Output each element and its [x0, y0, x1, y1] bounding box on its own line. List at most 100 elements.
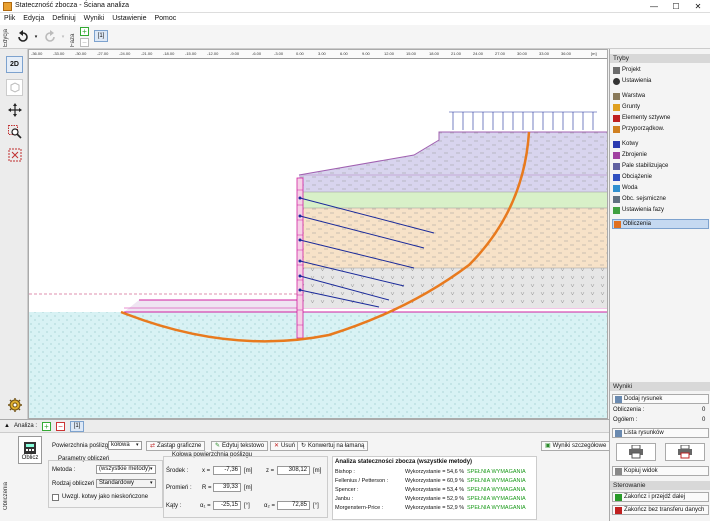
- analysis-count-label: Obliczenia :: [613, 407, 645, 413]
- mode-interface[interactable]: Warstwa: [612, 91, 709, 101]
- mode-label: Grunty: [622, 104, 641, 110]
- undo-icon[interactable]: [15, 29, 31, 45]
- anchor-icon: [613, 140, 620, 148]
- menu-define[interactable]: Definiuj: [48, 13, 79, 24]
- results-title: Analiza stateczności zbocza (wszystkie m…: [335, 459, 473, 465]
- print-button[interactable]: [616, 443, 656, 461]
- check-icon: [615, 493, 622, 501]
- result-status: SPEŁNIA WYMAGANIA: [467, 469, 526, 475]
- zoom-icon[interactable]: [6, 123, 23, 140]
- mode-stage-settings[interactable]: Ustawienia fazy: [612, 205, 709, 215]
- mode-settings[interactable]: Ustawienia: [612, 76, 709, 86]
- rigid-icon: [613, 114, 620, 122]
- analysis-1-tab[interactable]: [1]: [70, 421, 84, 432]
- menu-settings[interactable]: Ustawienie: [108, 13, 150, 24]
- analysis-count: 0: [702, 407, 706, 413]
- radius-input[interactable]: 39,33: [213, 483, 241, 492]
- menu-results[interactable]: Wyniki: [80, 13, 109, 24]
- mode-rigid-bodies[interactable]: Elementy sztywne: [612, 113, 709, 123]
- convert-icon: ↻: [301, 443, 307, 449]
- calculator-icon: [24, 442, 36, 454]
- mode-earthquake[interactable]: Obc. sejsmiczne: [612, 194, 709, 204]
- mode-project[interactable]: Projekt: [612, 65, 709, 75]
- edit-tab[interactable]: Edycja: [3, 28, 9, 47]
- move-icon[interactable]: [6, 101, 23, 118]
- analysis-side-tab[interactable]: Obliczenia: [3, 470, 9, 510]
- finish-no-transfer-label: Zakończ bez transferu danych: [624, 507, 705, 513]
- delete-button[interactable]: ✕ Usuń: [270, 441, 300, 451]
- cancel-icon: [615, 506, 622, 514]
- stage-tab[interactable]: Faza: [70, 29, 76, 47]
- replace-graphic-button[interactable]: ⇄ Zastąp graficzne: [146, 441, 206, 451]
- result-util: Wykorzystanie = 52,9 %: [405, 505, 465, 511]
- menu-help[interactable]: Pomoc: [150, 13, 180, 24]
- mode-label: Warstwa: [622, 93, 646, 99]
- center-x-input[interactable]: -7,36: [213, 466, 241, 475]
- add-stage-icon[interactable]: +: [80, 27, 89, 36]
- add-analysis-icon[interactable]: +: [42, 422, 51, 431]
- list-pictures-button[interactable]: Lista rysunków: [612, 428, 709, 438]
- settings-icon: [613, 77, 620, 85]
- menu-edit[interactable]: Edycja: [19, 13, 48, 24]
- calc-type-select[interactable]: Standardowy: [96, 479, 156, 488]
- convert-polygonal-button[interactable]: ↻ Konwertuj na łamaną: [297, 441, 369, 451]
- mode-anchors[interactable]: Kotwy: [612, 139, 709, 149]
- anchors-infinite-label: Uwzgl. kotwy jako nieskończone: [62, 494, 149, 500]
- z-label: z =: [266, 468, 275, 474]
- result-method: Janbu :: [335, 496, 354, 502]
- remove-analysis-icon[interactable]: −: [56, 422, 65, 431]
- results-box: Analiza stateczności zbocza (wszystkie m…: [332, 456, 537, 520]
- calc-type-dropdown-icon[interactable]: ▾: [150, 480, 153, 486]
- slope-model-drawing: [29, 111, 607, 418]
- method-dropdown-icon[interactable]: ▾: [150, 466, 153, 472]
- mode-analysis[interactable]: Obliczenia: [612, 219, 709, 229]
- reinforcement-icon: [613, 151, 620, 159]
- window-title: Stateczność zbocza - Ściana analiza: [15, 2, 130, 9]
- redo-icon: [42, 29, 58, 45]
- undo-dropdown-icon[interactable]: ▾: [33, 33, 39, 41]
- close-button[interactable]: ✕: [687, 1, 709, 12]
- compute-button[interactable]: Oblicz: [18, 436, 42, 464]
- mode-label: Projekt: [622, 67, 641, 73]
- x-label: x =: [202, 468, 211, 474]
- view-2d-button[interactable]: 2D: [6, 56, 23, 73]
- analysis-bar: ▲ Analiza : + − [1]: [0, 420, 609, 433]
- result-method: Bishop :: [335, 469, 355, 475]
- title-bar: Stateczność zbocza - Ściana analiza — ☐ …: [0, 0, 710, 13]
- finish-no-transfer-button[interactable]: Zakończ bez transferu danych: [612, 505, 709, 515]
- minimize-button[interactable]: —: [643, 1, 665, 12]
- surface-dropdown-icon[interactable]: ▾: [136, 442, 139, 448]
- load-icon: [613, 173, 620, 181]
- mode-piles[interactable]: Pale stabilizujące: [612, 161, 709, 171]
- center-z-input[interactable]: 308,12: [277, 466, 310, 475]
- mode-soils[interactable]: Grunty: [612, 102, 709, 112]
- app-icon: [3, 2, 12, 11]
- collapse-icon[interactable]: ▲: [4, 423, 10, 429]
- mode-surcharge[interactable]: Obciążenie: [612, 172, 709, 182]
- angle2-input[interactable]: 72,85: [277, 501, 310, 510]
- maximize-button[interactable]: ☐: [665, 1, 687, 12]
- finish-button[interactable]: Zakończ i przejdź dalej: [612, 492, 709, 502]
- anchors-infinite-checkbox[interactable]: [52, 494, 59, 501]
- print-export-button[interactable]: [665, 443, 705, 461]
- menu-file[interactable]: Plik: [0, 13, 19, 24]
- mode-label: Ustawienia: [622, 78, 652, 84]
- mode-assign[interactable]: Przyporządkow.: [612, 124, 709, 134]
- add-picture-button[interactable]: Dodaj rysunek: [612, 394, 709, 404]
- method-select[interactable]: (wszystkie metody): [96, 465, 156, 474]
- mode-reinforcement[interactable]: Zbrojenie: [612, 150, 709, 160]
- zoom-extents-icon[interactable]: [6, 146, 23, 163]
- pencil-icon: ✎: [215, 443, 221, 449]
- r-label: R =: [202, 485, 212, 491]
- control-header: Sterowanie: [610, 481, 710, 490]
- detailed-results-button[interactable]: ▣ Wyniki szczegółowe: [541, 441, 611, 451]
- copy-view-button[interactable]: Kopiuj widok: [612, 466, 709, 476]
- drawing-canvas[interactable]: -36.00 -33.00 -30.00 -27.00 -24.00 -21.0…: [28, 49, 608, 419]
- mode-water[interactable]: Woda: [612, 183, 709, 193]
- stage-1-tab[interactable]: [1]: [94, 30, 108, 42]
- result-status: SPEŁNIA WYMAGANIA: [467, 505, 526, 511]
- edit-text-button[interactable]: ✎ Edytuj tekstowo: [211, 441, 269, 451]
- angle1-input[interactable]: -25,15: [213, 501, 241, 510]
- center-label: Środek :: [166, 468, 189, 474]
- gear-icon[interactable]: [6, 396, 23, 413]
